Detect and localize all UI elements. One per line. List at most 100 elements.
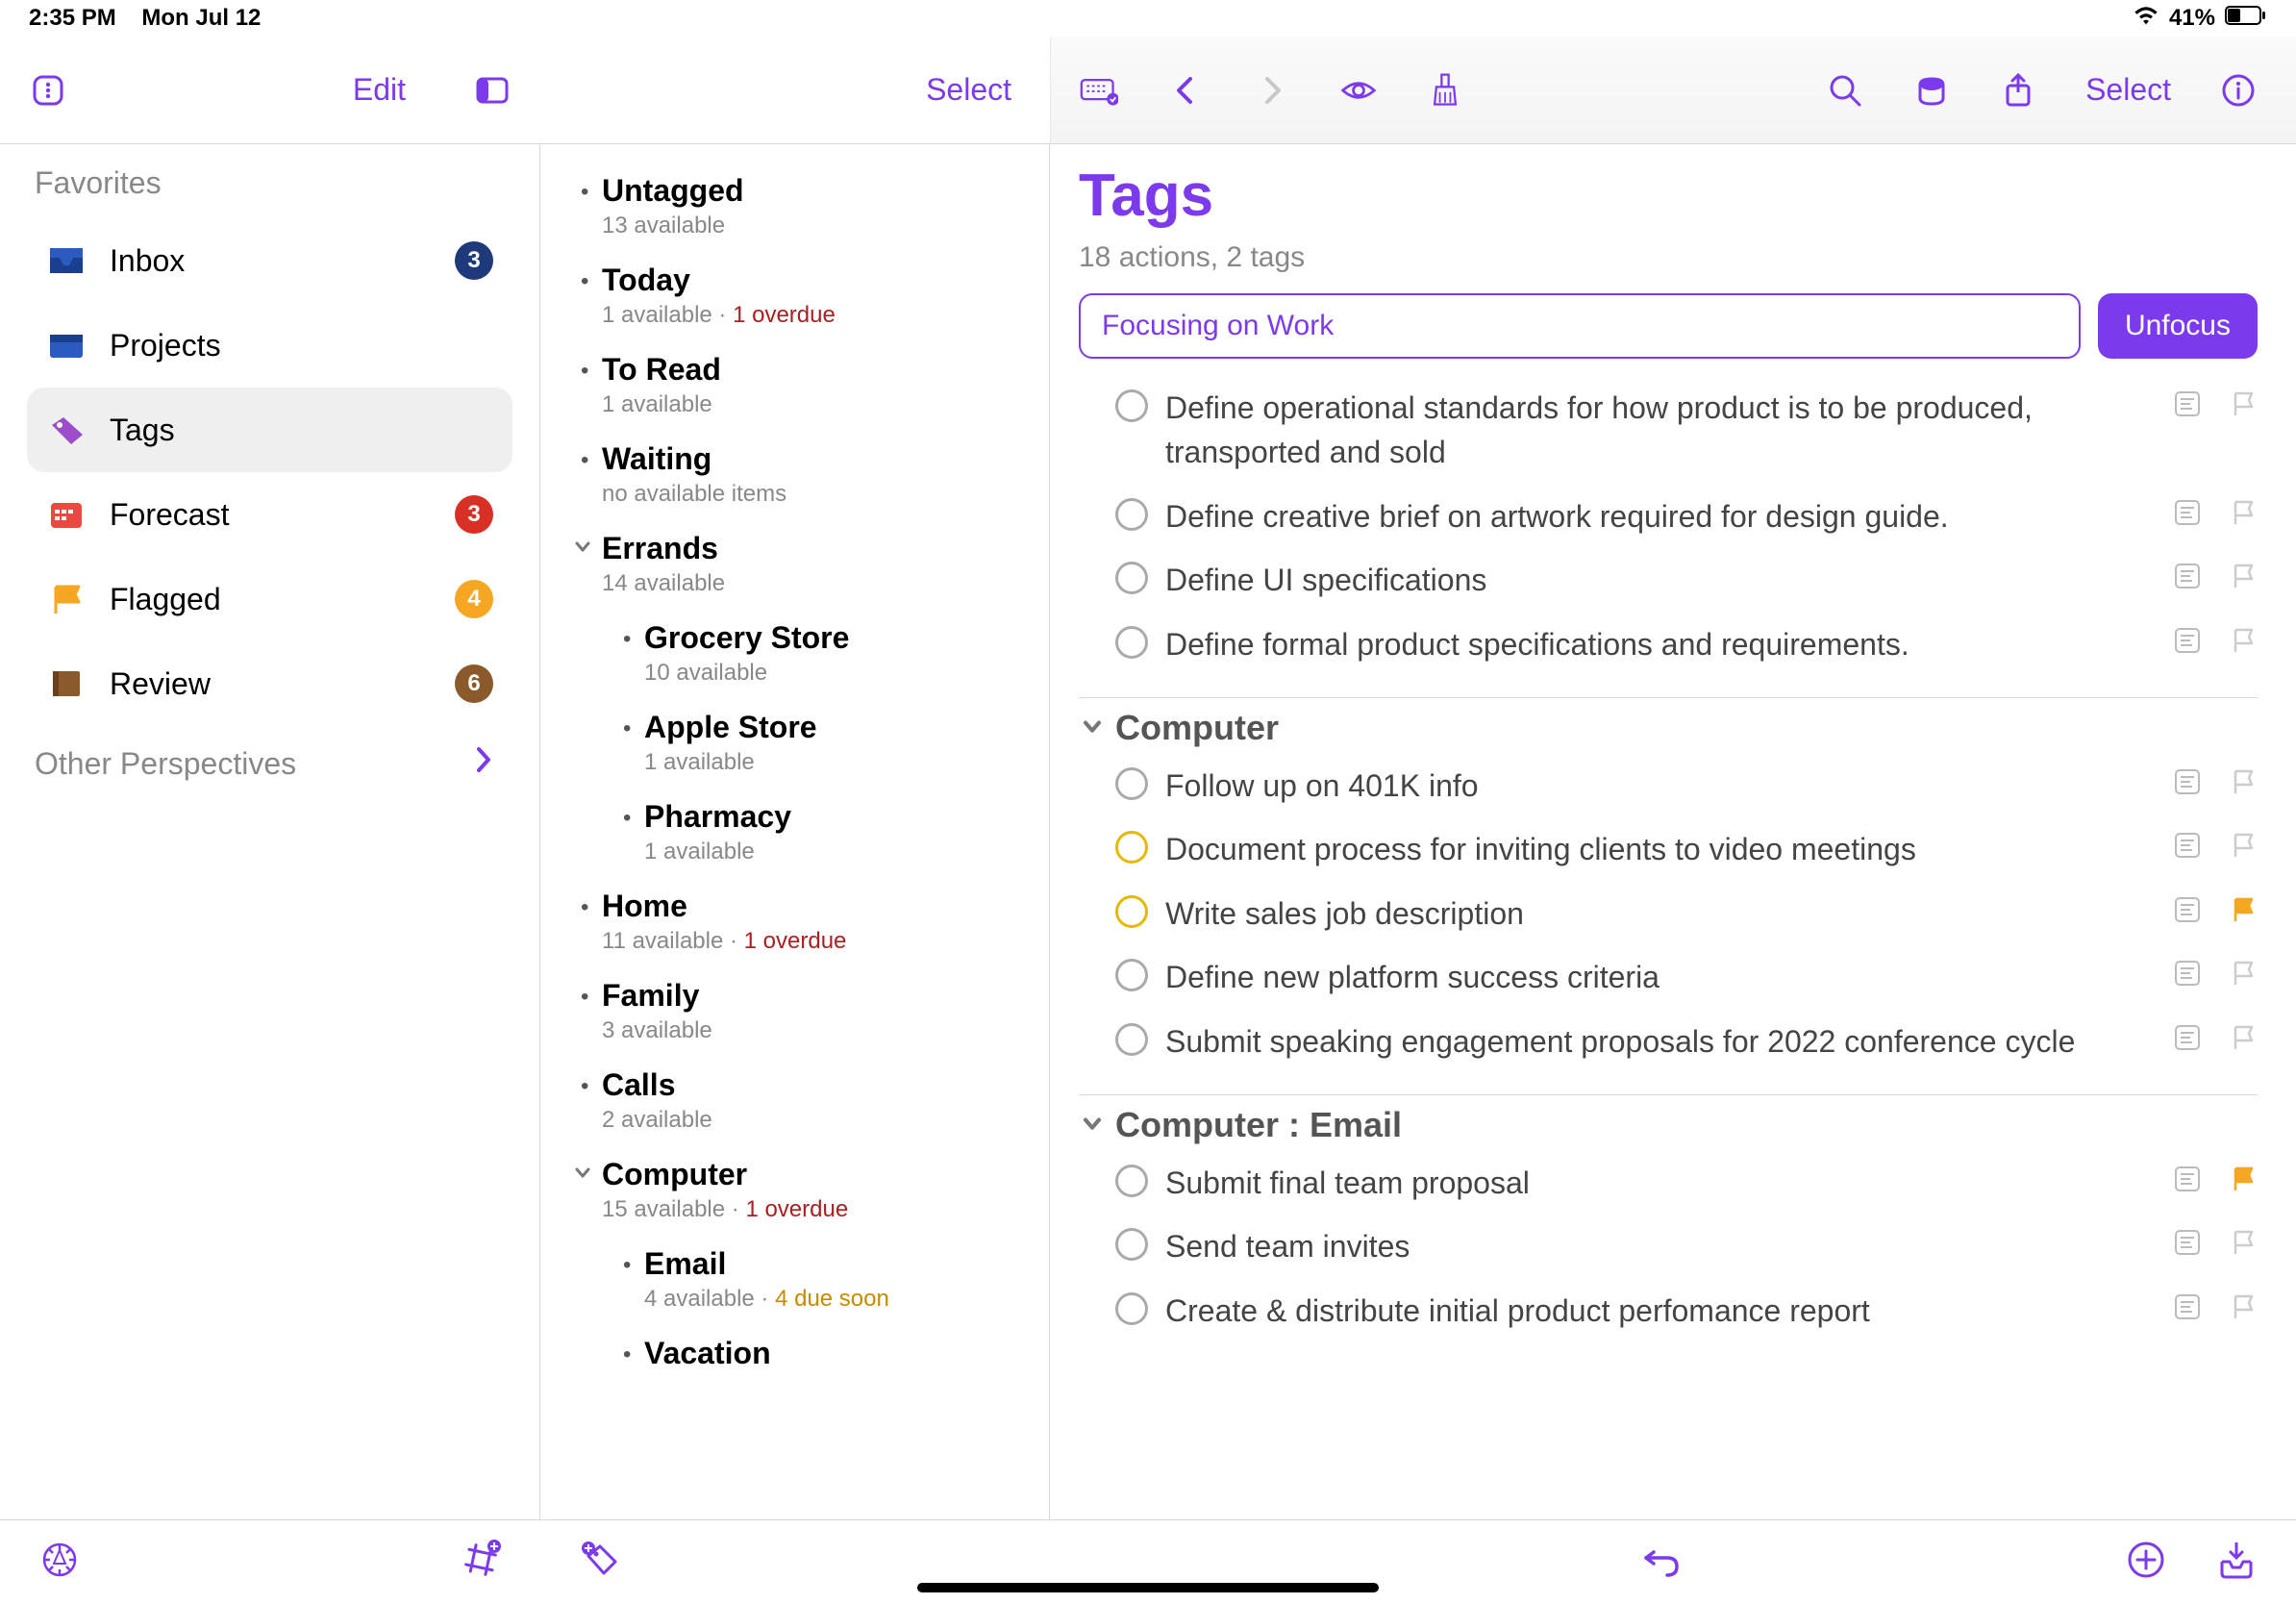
task-row[interactable]: Send team invites [1079, 1215, 2258, 1278]
task-checkbox[interactable] [1115, 389, 1148, 422]
task-checkbox[interactable] [1115, 1165, 1148, 1197]
flag-icon[interactable] [2229, 1292, 2258, 1321]
settings-gear-icon[interactable] [38, 1539, 81, 1586]
project-badge-icon[interactable] [2173, 767, 2202, 796]
tag-list-item[interactable]: •Apple Store1 available [567, 698, 1022, 788]
flag-icon[interactable] [2229, 1023, 2258, 1052]
unfocus-button[interactable]: Unfocus [2098, 293, 2258, 359]
undo-icon[interactable] [1640, 1539, 1683, 1586]
sidebar-item-projects[interactable]: Projects [27, 303, 512, 388]
sidebar-item-review[interactable]: Review6 [27, 641, 512, 726]
share-icon[interactable] [1999, 71, 2037, 110]
task-checkbox[interactable] [1115, 1292, 1148, 1325]
tag-list-item[interactable]: Errands14 available [567, 519, 1022, 609]
task-row[interactable]: Define new platform success criteria [1079, 945, 2258, 1009]
cleanup-brush-icon[interactable] [1426, 71, 1464, 110]
back-icon[interactable] [1166, 71, 1205, 110]
project-badge-icon[interactable] [2173, 831, 2202, 860]
project-badge-icon[interactable] [2173, 1292, 2202, 1321]
task-checkbox[interactable] [1115, 498, 1148, 531]
tag-list-item[interactable]: •Home11 available · 1 overdue [567, 877, 1022, 966]
bullet-icon: • [623, 626, 631, 653]
tag-list-item[interactable]: •Family3 available [567, 966, 1022, 1056]
battery-icon [2225, 5, 2267, 33]
flag-icon[interactable] [2229, 959, 2258, 988]
task-row[interactable]: Submit final team proposal [1079, 1151, 2258, 1215]
add-perspective-icon[interactable] [460, 1539, 502, 1586]
tag-list-item[interactable]: •Pharmacy1 available [567, 788, 1022, 877]
flag-icon[interactable] [2229, 1228, 2258, 1257]
info-icon[interactable] [2219, 71, 2258, 110]
sidebar-toggle-icon[interactable] [473, 71, 512, 110]
inspector-icon[interactable] [1912, 71, 1951, 110]
task-checkbox[interactable] [1115, 1023, 1148, 1056]
sidebar-item-forecast[interactable]: Forecast3 [27, 472, 512, 557]
edit-button[interactable]: Edit [353, 72, 406, 108]
task-row[interactable]: Follow up on 401K info [1079, 754, 2258, 817]
tag-list-item[interactable]: •Untagged13 available [567, 162, 1022, 251]
inbox-icon [46, 243, 87, 278]
task-checkbox[interactable] [1115, 626, 1148, 659]
task-checkbox[interactable] [1115, 562, 1148, 594]
task-row[interactable]: Document process for inviting clients to… [1079, 817, 2258, 881]
flag-icon[interactable] [2229, 562, 2258, 590]
tag-list-item[interactable]: •Calls2 available [567, 1056, 1022, 1145]
task-row[interactable]: Submit speaking engagement proposals for… [1079, 1010, 2258, 1073]
task-checkbox[interactable] [1115, 831, 1148, 864]
flag-icon[interactable] [2229, 498, 2258, 527]
project-badge-icon[interactable] [2173, 895, 2202, 924]
flag-icon[interactable] [2229, 389, 2258, 418]
task-checkbox[interactable] [1115, 767, 1148, 800]
project-badge-icon[interactable] [2173, 1165, 2202, 1193]
tag-list-item[interactable]: •Grocery Store10 available [567, 609, 1022, 698]
add-tag-icon[interactable] [579, 1539, 621, 1586]
section-header[interactable]: Computer : Email [1079, 1094, 2258, 1145]
tag-list-item[interactable]: •Waitingno available items [567, 430, 1022, 519]
task-row[interactable]: Create & distribute initial product perf… [1079, 1279, 2258, 1342]
section-header[interactable]: Computer [1079, 697, 2258, 748]
tag-list-item[interactable]: •Today1 available · 1 overdue [567, 251, 1022, 340]
focus-field[interactable]: Focusing on Work [1079, 293, 2081, 359]
flag-icon[interactable] [2229, 626, 2258, 655]
search-icon[interactable] [1826, 71, 1864, 110]
task-row[interactable]: Define formal product specifications and… [1079, 613, 2258, 676]
project-badge-icon[interactable] [2173, 626, 2202, 655]
task-row[interactable]: Write sales job description [1079, 882, 2258, 945]
task-checkbox[interactable] [1115, 895, 1148, 928]
sidebar-item-inbox[interactable]: Inbox3 [27, 218, 512, 303]
tag-list-item[interactable]: Computer15 available · 1 overdue [567, 1145, 1022, 1235]
flag-icon[interactable] [2229, 1165, 2258, 1193]
select-button-right[interactable]: Select [2085, 72, 2171, 108]
flag-icon[interactable] [2229, 831, 2258, 860]
task-row[interactable]: Define operational standards for how pro… [1079, 376, 2258, 485]
flag-icon[interactable] [2229, 895, 2258, 924]
project-badge-icon[interactable] [2173, 1023, 2202, 1052]
eye-icon[interactable] [1339, 71, 1378, 110]
keyboard-icon[interactable] [1080, 71, 1118, 110]
sidebar-item-flagged[interactable]: Flagged4 [27, 557, 512, 641]
chevron-down-icon[interactable] [571, 1161, 594, 1189]
project-badge-icon[interactable] [2173, 389, 2202, 418]
task-checkbox[interactable] [1115, 959, 1148, 991]
task-checkbox[interactable] [1115, 1228, 1148, 1261]
tag-list-item[interactable]: •Email4 available · 4 due soon [567, 1235, 1022, 1324]
task-row[interactable]: Define creative brief on artwork require… [1079, 485, 2258, 548]
flag-icon[interactable] [2229, 767, 2258, 796]
task-row[interactable]: Define UI specifications [1079, 548, 2258, 612]
add-task-icon[interactable] [2125, 1539, 2167, 1586]
quick-entry-inbox-icon[interactable] [2215, 1539, 2258, 1586]
battery-percent: 41% [2169, 5, 2215, 32]
tag-list-item[interactable]: •To Read1 available [567, 340, 1022, 430]
task-title: Document process for inviting clients to… [1165, 827, 2156, 871]
sidebar-item-tags[interactable]: Tags [27, 388, 512, 472]
chevron-down-icon[interactable] [571, 535, 594, 563]
project-badge-icon[interactable] [2173, 498, 2202, 527]
project-badge-icon[interactable] [2173, 562, 2202, 590]
project-badge-icon[interactable] [2173, 1228, 2202, 1257]
task-title: Define operational standards for how pro… [1165, 386, 2156, 475]
omnifocus-menu-icon[interactable] [29, 71, 67, 110]
other-perspectives-row[interactable]: Other Perspectives [27, 726, 512, 782]
project-badge-icon[interactable] [2173, 959, 2202, 988]
tag-list-item[interactable]: •Vacation [567, 1324, 1022, 1387]
select-button-middle[interactable]: Select [926, 72, 1011, 108]
